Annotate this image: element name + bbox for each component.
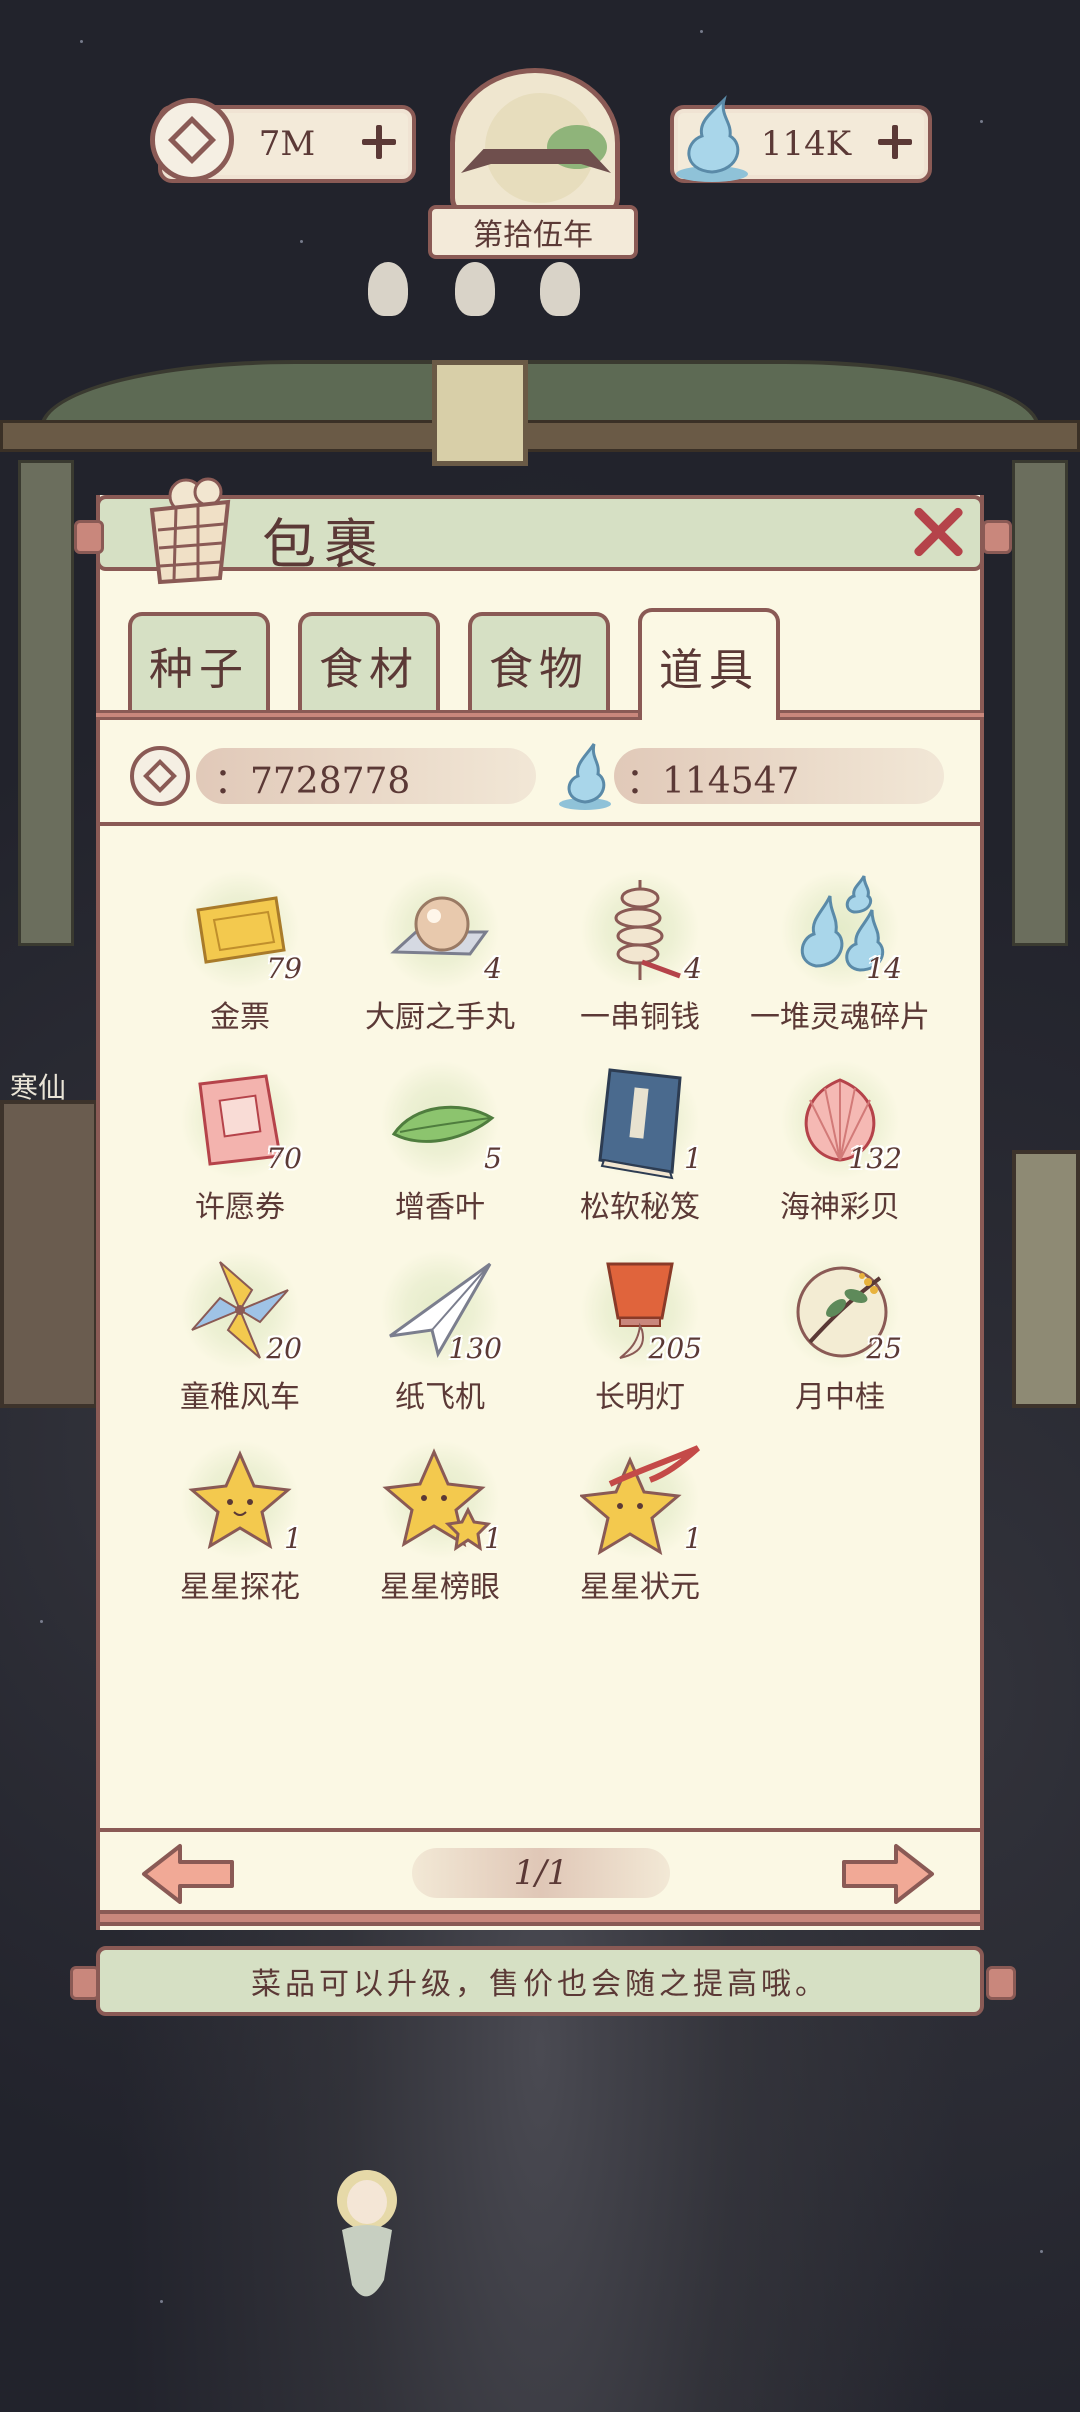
star-dot [300, 240, 303, 243]
gate-pillar [1012, 460, 1068, 946]
basket-icon [149, 477, 231, 585]
star-ribbon-icon [580, 1445, 700, 1556]
copper-coins-icon [614, 880, 681, 980]
ghost-character-icon[interactable] [322, 2160, 412, 2310]
tab-ingredients[interactable]: 食材 [298, 612, 440, 714]
close-icon[interactable] [908, 502, 968, 562]
tab-seeds[interactable]: 种子 [128, 612, 270, 714]
item-gold-ticket[interactable]: 79 金票 [140, 860, 340, 1040]
item-count: 1 [684, 1142, 702, 1175]
page-indicator: 1/1 [412, 1848, 670, 1898]
next-page-button[interactable] [840, 1842, 936, 1906]
item-chef-pill[interactable]: 4 大厨之手丸 [340, 860, 540, 1040]
star-dot [80, 40, 83, 43]
item-wish-ticket[interactable]: 70 许愿券 [140, 1050, 340, 1230]
item-star-tanhua[interactable]: 1 星星探花 [140, 1430, 340, 1610]
scroll-rod [986, 1966, 1016, 2000]
star-dot [1040, 2250, 1043, 2253]
tab-food[interactable]: 食物 [468, 612, 610, 714]
soul-amount: ：114547 [626, 761, 800, 802]
item-count: 205 [648, 1332, 702, 1365]
item-count: 4 [484, 952, 502, 985]
soul-small-icon [559, 743, 611, 810]
soul-flame-icon [676, 95, 748, 182]
coin-icon [150, 98, 234, 182]
divider [96, 822, 984, 826]
item-count: 130 [448, 1332, 502, 1365]
item-count: 79 [266, 952, 302, 985]
pearl-icon [390, 896, 489, 956]
add-coins-button[interactable] [360, 123, 398, 161]
star-dot [40, 1620, 43, 1623]
rabbit-figure [540, 262, 580, 316]
year-emblem[interactable] [450, 68, 620, 218]
item-star-bangyan[interactable]: 1 星星榜眼 [340, 1430, 540, 1610]
item-count: 20 [266, 1332, 302, 1365]
item-name: 海神彩贝 [780, 1190, 900, 1225]
item-moon-osmanthus[interactable]: 25 月中桂 [740, 1240, 940, 1420]
star-dot [700, 30, 703, 33]
side-building [0, 1100, 98, 1408]
double-star-icon [382, 1448, 492, 1552]
panel-title: 包裹 [262, 513, 386, 576]
item-fragrant-leaf[interactable]: 5 增香叶 [340, 1050, 540, 1230]
item-sky-lantern[interactable]: 205 长明灯 [540, 1240, 740, 1420]
temple-gate [0, 330, 1080, 480]
add-souls-button[interactable] [876, 123, 914, 161]
side-building [1012, 1150, 1080, 1408]
item-secret-book[interactable]: 1 松软秘笈 [540, 1050, 740, 1230]
gate-pillar [18, 460, 74, 946]
scroll-bottom-rod [96, 1910, 984, 1926]
item-name: 月中桂 [795, 1380, 885, 1415]
tab-rail [96, 710, 984, 720]
side-label: 寒仙 [10, 1071, 67, 1104]
item-count: 4 [684, 952, 702, 985]
tab-props[interactable]: 道具 [638, 608, 780, 720]
item-count: 1 [484, 1522, 502, 1555]
rabbit-figure [455, 262, 495, 316]
item-count: 25 [866, 1332, 902, 1365]
item-pinwheel[interactable]: 20 童稚风车 [140, 1240, 340, 1420]
item-paper-plane[interactable]: 130 纸飞机 [340, 1240, 540, 1420]
rabbit-figure [368, 262, 408, 316]
item-count: 5 [484, 1142, 502, 1175]
item-name: 一堆灵魂碎片 [750, 1000, 930, 1035]
coin-small-icon [130, 746, 190, 806]
star-icon [188, 1450, 292, 1550]
item-star-zhuangyuan[interactable]: 1 星星状元 [540, 1430, 740, 1610]
item-count: 14 [866, 952, 902, 985]
item-soul-fragments[interactable]: 14 一堆灵魂碎片 [740, 860, 940, 1040]
year-label: 第拾伍年 [428, 205, 638, 259]
item-count: 1 [684, 1522, 702, 1555]
book-icon [598, 1068, 682, 1180]
item-count: 1 [284, 1522, 302, 1555]
pager-divider [96, 1828, 984, 1832]
item-copper-coins[interactable]: 4 一串铜钱 [540, 860, 740, 1040]
prev-page-button[interactable] [140, 1842, 236, 1906]
item-name: 星星状元 [580, 1570, 700, 1605]
tip-banner: 菜品可以升级，售价也会随之提高哦。 [96, 1946, 984, 2016]
scroll-rod [982, 520, 1012, 554]
item-sea-shell[interactable]: 132 海神彩贝 [740, 1050, 940, 1230]
coin-amount: ：7728778 [214, 761, 411, 802]
item-count: 132 [848, 1142, 902, 1175]
scroll-rod [74, 520, 104, 554]
star-dot [160, 2300, 163, 2303]
star-dot [980, 120, 983, 123]
item-count: 70 [266, 1142, 302, 1175]
leaf-icon [391, 1105, 495, 1143]
